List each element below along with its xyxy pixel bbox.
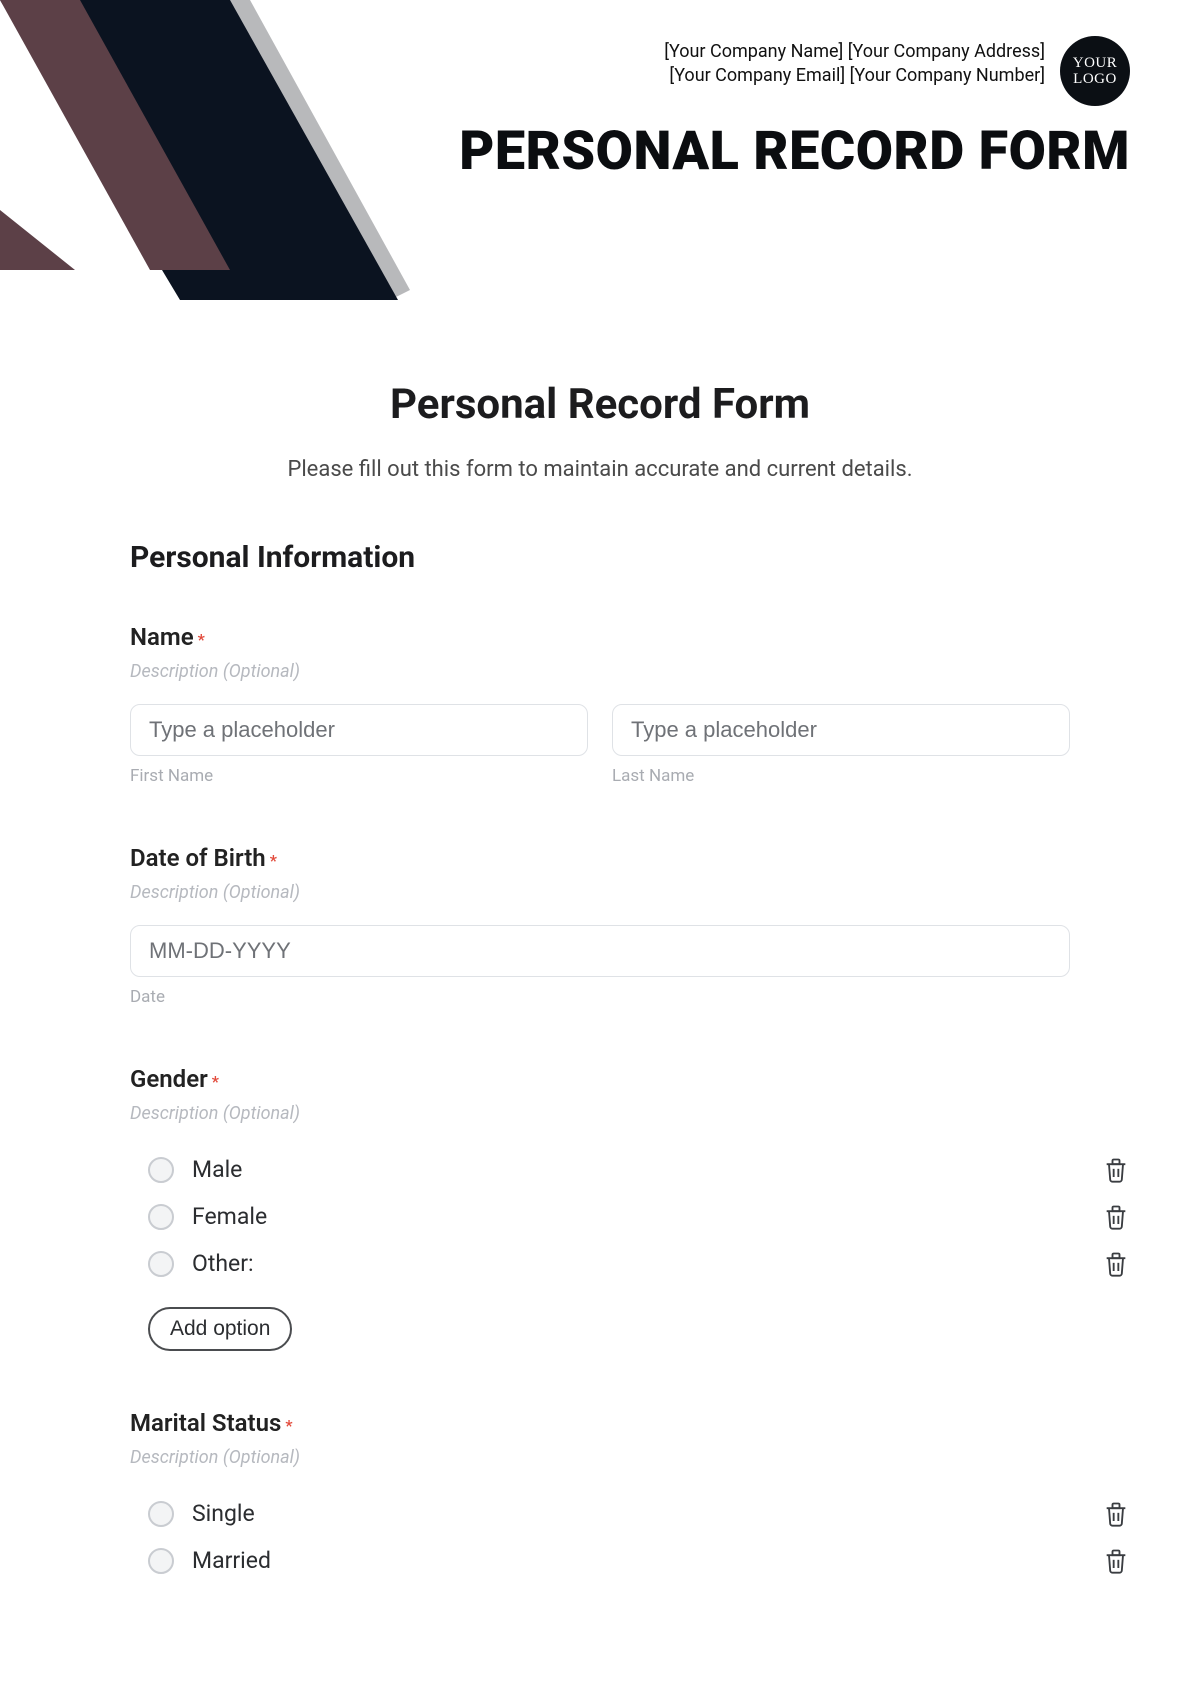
gender-option-row: Female [130,1193,1070,1240]
company-line-1: [Your Company Name] [Your Company Addres… [664,40,1045,64]
form-container: Personal Record Form Please fill out thi… [130,380,1070,1584]
dob-label: Date of Birth [130,844,266,872]
dob-input[interactable] [130,925,1070,977]
gender-option-row: Male [130,1146,1070,1193]
dob-description[interactable]: Description (Optional) [130,882,1070,903]
first-name-input[interactable] [130,704,588,756]
marital-option-label[interactable]: Single [192,1500,255,1527]
field-gender: Gender* Description (Optional) Male Fema… [130,1065,1070,1351]
field-marital-status: Marital Status* Description (Optional) S… [130,1409,1070,1584]
add-option-button[interactable]: Add option [148,1307,292,1351]
radio-icon[interactable] [148,1157,174,1183]
required-mark: * [212,1072,219,1091]
gender-description[interactable]: Description (Optional) [130,1103,1070,1124]
logo-text: YOUR LOGO [1060,55,1130,88]
form-subtitle: Please fill out this form to maintain ac… [130,457,1070,482]
trash-icon[interactable] [1102,1250,1130,1278]
gender-option-row: Other: [130,1240,1070,1287]
marital-description[interactable]: Description (Optional) [130,1447,1070,1468]
required-mark: * [198,630,205,649]
field-name: Name* Description (Optional) First Name … [130,623,1070,786]
last-name-sublabel: Last Name [612,766,1070,786]
required-mark: * [285,1416,292,1435]
radio-icon[interactable] [148,1204,174,1230]
gender-option-label[interactable]: Male [192,1156,242,1183]
trash-icon[interactable] [1102,1547,1130,1575]
form-title: Personal Record Form [130,380,1070,429]
radio-icon[interactable] [148,1501,174,1527]
logo-badge: YOUR LOGO [1060,36,1130,106]
gender-option-label[interactable]: Other: [192,1250,254,1277]
radio-icon[interactable] [148,1548,174,1574]
name-description[interactable]: Description (Optional) [130,661,1070,682]
field-dob: Date of Birth* Description (Optional) Da… [130,844,1070,1007]
name-label: Name [130,623,194,651]
last-name-input[interactable] [612,704,1070,756]
radio-icon[interactable] [148,1251,174,1277]
trash-icon[interactable] [1102,1500,1130,1528]
company-info: [Your Company Name] [Your Company Addres… [664,40,1045,89]
first-name-sublabel: First Name [130,766,588,786]
marital-option-row: Single [130,1490,1070,1537]
gender-option-label[interactable]: Female [192,1203,267,1230]
gender-label: Gender [130,1065,208,1093]
company-line-2: [Your Company Email] [Your Company Numbe… [664,64,1045,88]
marital-label: Marital Status [130,1409,281,1437]
marital-options: Single Married [130,1490,1070,1584]
gender-options: Male Female Other: [130,1146,1070,1287]
marital-option-label[interactable]: Married [192,1547,271,1574]
marital-option-row: Married [130,1537,1070,1584]
trash-icon[interactable] [1102,1203,1130,1231]
dob-sublabel: Date [130,987,1070,1007]
section-heading: Personal Information [130,540,1070,575]
required-mark: * [270,851,277,870]
page-big-title: PERSONAL RECORD FORM [0,120,1130,183]
trash-icon[interactable] [1102,1156,1130,1184]
